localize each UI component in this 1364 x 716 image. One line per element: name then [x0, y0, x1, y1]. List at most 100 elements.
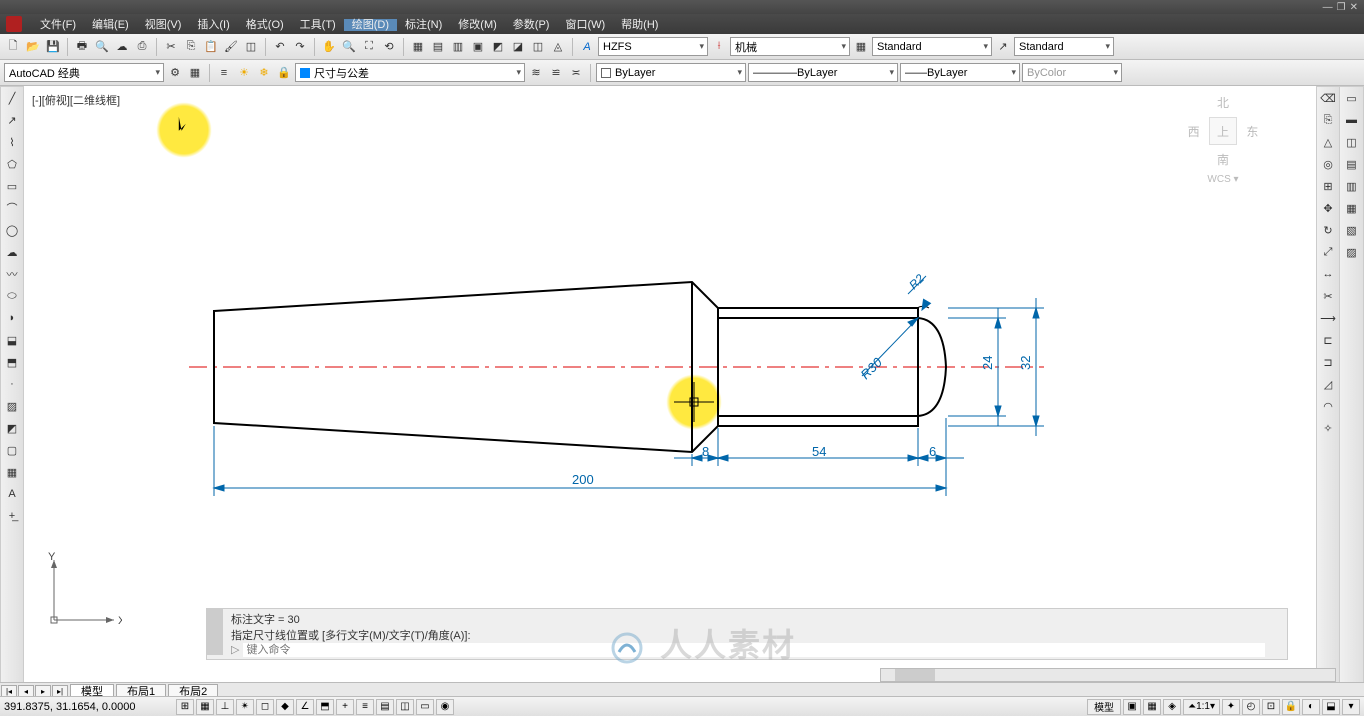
open-icon[interactable]: 📂 [24, 38, 42, 56]
menu-0[interactable]: 文件(F) [32, 19, 84, 31]
layer1-icon[interactable]: ≋ [527, 64, 545, 82]
arc-icon[interactable]: ⌒ [3, 199, 21, 217]
sb-c2-icon[interactable]: ◴ [1242, 699, 1260, 715]
insert-icon[interactable]: ⬓ [3, 331, 21, 349]
color-combo[interactable]: ByLayer [596, 63, 746, 82]
copy-icon[interactable]: ⎘ [182, 38, 200, 56]
dimstyle-combo[interactable]: 机械 [730, 37, 850, 56]
ssm-icon[interactable]: ◪ [509, 38, 527, 56]
r2-7-icon[interactable]: ▧ [1343, 221, 1361, 239]
ws-grid-icon[interactable]: ▦ [186, 64, 204, 82]
table-icon[interactable]: ▦ [3, 463, 21, 481]
r2-6-icon[interactable]: ▦ [1343, 199, 1361, 217]
tool-icon[interactable]: ▥ [449, 38, 467, 56]
sb-tpy-icon[interactable]: ▤ [376, 699, 394, 715]
menu-5[interactable]: 工具(T) [292, 19, 344, 31]
array-icon[interactable]: ⊞ [1319, 177, 1337, 195]
region-icon[interactable]: ▢ [3, 441, 21, 459]
command-line[interactable]: 标注文字 = 30 指定尺寸线位置或 [多行文字(M)/文字(T)/角度(A)]… [206, 608, 1288, 660]
zoom-window-icon[interactable]: ⛶ [360, 38, 378, 56]
scale-icon[interactable]: ⤢ [1319, 243, 1337, 261]
workspace-combo[interactable]: AutoCAD 经典 [4, 63, 164, 82]
sb-otrack-icon[interactable]: ∠ [296, 699, 314, 715]
lock-icon[interactable]: 🔒 [275, 64, 293, 82]
extend-icon[interactable]: ⟶ [1319, 309, 1337, 327]
menu-2[interactable]: 视图(V) [137, 19, 190, 31]
sb-grid-icon[interactable]: ▦ [196, 699, 214, 715]
line-icon[interactable]: ╱ [3, 89, 21, 107]
r2-3-icon[interactable]: ◫ [1343, 133, 1361, 151]
mtext-icon[interactable]: A [3, 485, 21, 503]
rect-icon[interactable]: ▭ [3, 177, 21, 195]
sb-3dosnap-icon[interactable]: ◆ [276, 699, 294, 715]
revcloud-icon[interactable]: ☁ [3, 243, 21, 261]
r2-2-icon[interactable]: ▬ [1343, 111, 1361, 129]
pan-icon[interactable]: ✋ [320, 38, 338, 56]
stretch-icon[interactable]: ↔ [1319, 265, 1337, 283]
sb-b1-icon[interactable]: ▣ [1123, 699, 1141, 715]
circle-icon[interactable]: ◯ [3, 221, 21, 239]
tbl-icon[interactable]: ▦ [852, 38, 870, 56]
sb-model[interactable]: 模型 [1087, 699, 1121, 715]
plot-icon[interactable]: ⎙ [133, 38, 151, 56]
sb-ortho-icon[interactable]: ⊥ [216, 699, 234, 715]
mirror-icon[interactable]: △ [1319, 133, 1337, 151]
sb-lwt-icon[interactable]: ≡ [356, 699, 374, 715]
hatch-icon[interactable]: ▨ [3, 397, 21, 415]
drawing-canvas[interactable]: [-][俯视][二维线框] 北 西 上 东 南 WCS ▾ [24, 86, 1316, 696]
r2-1-icon[interactable]: ▭ [1343, 89, 1361, 107]
new-icon[interactable]: 🗋 [4, 38, 22, 56]
sb-c6-icon[interactable]: ⬓ [1322, 699, 1340, 715]
match-icon[interactable]: 🖌 [222, 38, 240, 56]
zoom-prev-icon[interactable]: ⟲ [380, 38, 398, 56]
join-icon[interactable]: ⊐ [1319, 353, 1337, 371]
sb-polar-icon[interactable]: ✴ [236, 699, 254, 715]
copy2-icon[interactable]: ⎘ [1319, 111, 1337, 129]
zoom-icon[interactable]: 🔍 [340, 38, 358, 56]
r2-4-icon[interactable]: ▤ [1343, 155, 1361, 173]
plotstyle-combo[interactable]: ByColor [1022, 63, 1122, 82]
text-a-icon[interactable]: A [578, 38, 596, 56]
props-icon[interactable]: ▦ [409, 38, 427, 56]
minimize-button[interactable]: — [1323, 2, 1333, 13]
sb-scale[interactable]: ⏶ 1:1 ▾ [1183, 699, 1220, 715]
sb-c7-icon[interactable]: ▾ [1342, 699, 1360, 715]
sb-sc-icon[interactable]: ▭ [416, 699, 434, 715]
menu-7[interactable]: 标注(N) [397, 19, 450, 31]
layer2-icon[interactable]: ≌ [547, 64, 565, 82]
markup-icon[interactable]: ◫ [529, 38, 547, 56]
sb-c5-icon[interactable]: ◐ [1302, 699, 1320, 715]
layer-state-icon[interactable]: ≡ [215, 64, 233, 82]
paste-icon[interactable]: 📋 [202, 38, 220, 56]
ml-icon[interactable]: ↗ [994, 38, 1012, 56]
ws-gear-icon[interactable]: ⚙ [166, 64, 184, 82]
xline-icon[interactable]: ↗ [3, 111, 21, 129]
r2-8-icon[interactable]: ▨ [1343, 243, 1361, 261]
mkblock-icon[interactable]: ⬒ [3, 353, 21, 371]
polygon-icon[interactable]: ⬠ [3, 155, 21, 173]
menu-4[interactable]: 格式(O) [238, 19, 292, 31]
break-icon[interactable]: ⊏ [1319, 331, 1337, 349]
menu-1[interactable]: 编辑(E) [84, 19, 137, 31]
earc-icon[interactable]: ◗ [3, 309, 21, 327]
menu-6[interactable]: 绘图(D) [344, 19, 397, 31]
std2-combo[interactable]: Standard [1014, 37, 1114, 56]
layer3-icon[interactable]: ≍ [567, 64, 585, 82]
menu-11[interactable]: 帮助(H) [613, 19, 666, 31]
sb-c3-icon[interactable]: ⊡ [1262, 699, 1280, 715]
hscroll[interactable] [880, 668, 1336, 682]
offset-icon[interactable]: ◎ [1319, 155, 1337, 173]
lineweight-combo[interactable]: —— ByLayer [900, 63, 1020, 82]
erase-icon[interactable]: ⌫ [1319, 89, 1337, 107]
preview-icon[interactable]: 🔍 [93, 38, 111, 56]
chamfer-icon[interactable]: ◿ [1319, 375, 1337, 393]
freeze-icon[interactable]: ❄ [255, 64, 273, 82]
redo-icon[interactable]: ↷ [291, 38, 309, 56]
sb-osnap-icon[interactable]: ◻ [256, 699, 274, 715]
block-icon[interactable]: ◫ [242, 38, 260, 56]
rotate-icon[interactable]: ↻ [1319, 221, 1337, 239]
move-icon[interactable]: ✥ [1319, 199, 1337, 217]
point-icon[interactable]: · [3, 375, 21, 393]
sb-qp-icon[interactable]: ◫ [396, 699, 414, 715]
sb-snap-icon[interactable]: ⊞ [176, 699, 194, 715]
